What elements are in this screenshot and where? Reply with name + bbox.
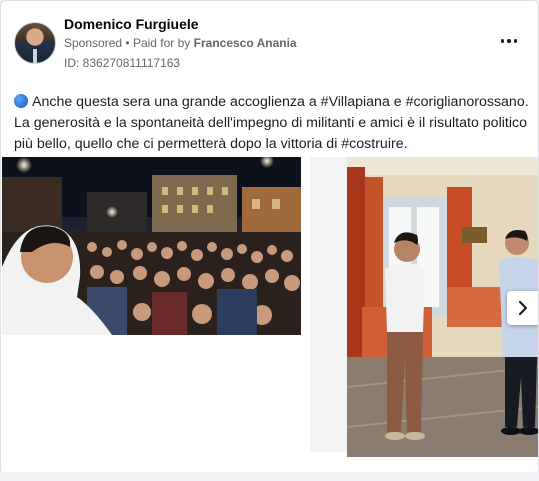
chevron-right-icon [518, 300, 528, 316]
post-text-line-3: più bello, quello che ci permetterà dopo… [14, 136, 408, 152]
more-dot [507, 39, 511, 43]
ad-id: ID: 836270811117163 [64, 56, 181, 70]
sponsored-line: Sponsored • Paid for by Francesco Anania [64, 36, 297, 50]
ad-post-card: Domenico Furgiuele Sponsored • Paid for … [0, 0, 539, 475]
more-dot [513, 39, 518, 43]
more-horizontal-icon [500, 39, 505, 43]
sponsored-label: Sponsored [64, 36, 123, 50]
carousel-next-button[interactable] [507, 291, 538, 325]
author-name[interactable]: Domenico Furgiuele [64, 16, 199, 32]
crowd-photo [2, 157, 301, 335]
blue-circle-emoji [14, 94, 28, 108]
paid-for-prefix: Paid for by [132, 36, 191, 50]
post-text-line-1: Anche questa sera una grande accoglienza… [32, 94, 529, 110]
author-avatar[interactable] [14, 22, 56, 64]
carousel-gap [310, 157, 347, 452]
paid-for-by-name: Francesco Anania [193, 36, 297, 50]
feed-separator [0, 472, 539, 481]
post-image-crowd[interactable] [2, 157, 301, 335]
more-options-button[interactable] [497, 31, 521, 51]
post-text: Anche questa sera una grande accoglienza… [14, 92, 529, 155]
separator-dot: • [125, 36, 130, 50]
post-text-line-2: La generosità e la spontaneità dell'impe… [14, 115, 527, 131]
